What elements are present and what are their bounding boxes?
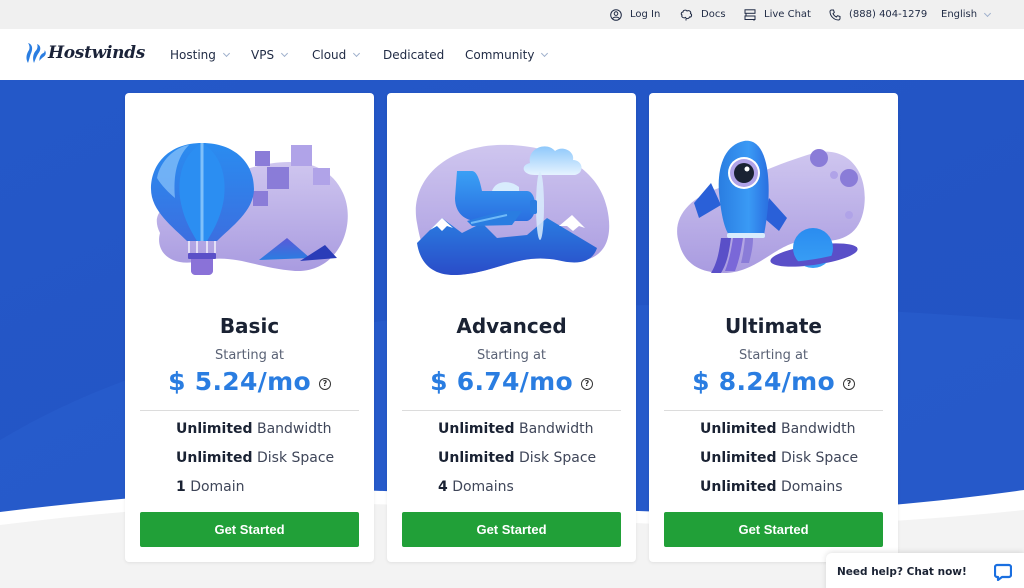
feature-bold: Unlimited — [176, 421, 253, 437]
login-label: Log In — [630, 9, 661, 20]
rocket-illustration — [677, 140, 865, 273]
nav-hosting-label: Hosting — [170, 47, 216, 62]
starting-at-label: Starting at — [214, 348, 285, 363]
nav-vps[interactable]: VPS — [251, 29, 289, 80]
help-icon[interactable]: ? — [580, 377, 593, 390]
get-started-button[interactable]: Get Started — [664, 512, 883, 547]
feature-text: Domains — [776, 479, 843, 495]
feature-text: Bandwidth — [514, 421, 594, 437]
feature-bold: Unlimited — [176, 450, 253, 466]
feature-list: Unlimited Bandwidth Unlimited Disk Space… — [176, 419, 334, 506]
feature-text: Bandwidth — [252, 421, 332, 437]
feature-item: Unlimited Disk Space — [438, 448, 596, 477]
feature-bold: Unlimited — [700, 421, 777, 437]
chevron-down-icon — [541, 49, 549, 57]
feature-item: Unlimited Disk Space — [176, 448, 334, 477]
feature-item: Unlimited Domains — [700, 477, 858, 506]
starting-at-label: Starting at — [738, 348, 809, 363]
price-row: $ 5.24/mo ? — [125, 367, 374, 396]
docs-label: Docs — [701, 9, 726, 20]
user-circle-icon — [610, 8, 622, 21]
feature-bold: Unlimited — [700, 479, 777, 495]
feature-text: Disk Space — [514, 450, 597, 466]
live-chat-link[interactable]: Live Chat — [744, 0, 811, 29]
live-chat-label: Live Chat — [764, 9, 811, 20]
main-nav: Hostwinds Hosting VPS Cloud Dedicated Co… — [0, 29, 1024, 80]
feature-list: Unlimited Bandwidth Unlimited Disk Space… — [438, 419, 596, 506]
nav-community-label: Community — [465, 47, 535, 62]
chat-bubbles-icon — [744, 8, 756, 21]
feature-bold: Unlimited — [438, 421, 515, 437]
docs-link[interactable]: Docs — [680, 0, 726, 29]
language-selector[interactable]: English — [941, 0, 992, 29]
feature-item: Unlimited Bandwidth — [438, 419, 596, 448]
starting-at-label: Starting at — [476, 348, 547, 363]
divider — [402, 410, 621, 411]
nav-cloud[interactable]: Cloud — [312, 29, 361, 80]
nav-cloud-label: Cloud — [312, 47, 347, 62]
price-row: $ 6.74/mo ? — [387, 367, 636, 396]
feature-text: Domains — [447, 479, 514, 495]
nav-dedicated-label: Dedicated — [383, 47, 445, 62]
plan-name: Ultimate — [725, 314, 822, 338]
plan-card-advanced: Advanced Starting at $ 6.74/mo ? Unlimit… — [387, 93, 636, 562]
nav-vps-label: VPS — [251, 47, 275, 62]
nav-community[interactable]: Community — [465, 29, 549, 80]
plan-name: Advanced — [456, 314, 567, 338]
feature-text: Disk Space — [776, 450, 859, 466]
feature-text: Domain — [185, 479, 245, 495]
get-started-button[interactable]: Get Started — [140, 512, 359, 547]
chat-bubble-icon — [994, 563, 1012, 581]
nav-hosting[interactable]: Hosting — [170, 29, 230, 80]
airplane-illustration — [415, 144, 610, 276]
plan-price: $ 8.24/mo — [692, 367, 835, 396]
brand-logo[interactable]: Hostwinds — [24, 41, 145, 65]
hostwinds-wave-icon — [26, 43, 46, 63]
phone-link[interactable]: (888) 404-1279 — [829, 0, 927, 29]
chat-widget-label: Need help? Chat now! — [837, 566, 967, 578]
nav-dedicated[interactable]: Dedicated — [383, 29, 444, 80]
chevron-down-icon — [222, 49, 230, 57]
divider — [664, 410, 883, 411]
plan-price: $ 6.74/mo — [430, 367, 573, 396]
feature-bold: 1 — [176, 479, 186, 495]
brand-name: Hostwinds — [48, 43, 146, 63]
chevron-down-icon — [353, 49, 361, 57]
feature-bold: 4 — [438, 479, 448, 495]
divider — [140, 410, 359, 411]
feature-item: 4 Domains — [438, 477, 596, 506]
plan-name: Basic — [219, 314, 280, 338]
feature-list: Unlimited Bandwidth Unlimited Disk Space… — [700, 419, 858, 506]
brain-icon — [680, 9, 693, 20]
chat-widget[interactable]: Need help? Chat now! — [826, 553, 1024, 588]
phone-icon — [829, 9, 841, 21]
feature-bold: Unlimited — [700, 450, 777, 466]
hot-air-balloon-illustration — [151, 143, 348, 275]
feature-item: Unlimited Disk Space — [700, 448, 858, 477]
feature-item: Unlimited Bandwidth — [700, 419, 858, 448]
chevron-down-icon — [281, 49, 289, 57]
feature-item: Unlimited Bandwidth — [176, 419, 334, 448]
plan-card-ultimate: Ultimate Starting at $ 8.24/mo ? Unlimit… — [649, 93, 898, 562]
feature-item: 1 Domain — [176, 477, 334, 506]
plan-price: $ 5.24/mo — [168, 367, 311, 396]
feature-text: Disk Space — [252, 450, 335, 466]
chevron-down-icon — [984, 9, 992, 17]
price-row: $ 8.24/mo ? — [649, 367, 898, 396]
get-started-button[interactable]: Get Started — [402, 512, 621, 547]
plan-card-basic: Basic Starting at $ 5.24/mo ? Unlimited … — [125, 93, 374, 562]
help-icon[interactable]: ? — [842, 377, 855, 390]
help-icon[interactable]: ? — [318, 377, 331, 390]
language-label: English — [941, 9, 978, 20]
phone-number: (888) 404-1279 — [849, 9, 928, 20]
feature-text: Bandwidth — [776, 421, 856, 437]
utility-bar: Log In Docs Live Chat (888) 404-1279 Eng… — [0, 0, 1024, 29]
login-link[interactable]: Log In — [610, 0, 660, 29]
feature-bold: Unlimited — [438, 450, 515, 466]
